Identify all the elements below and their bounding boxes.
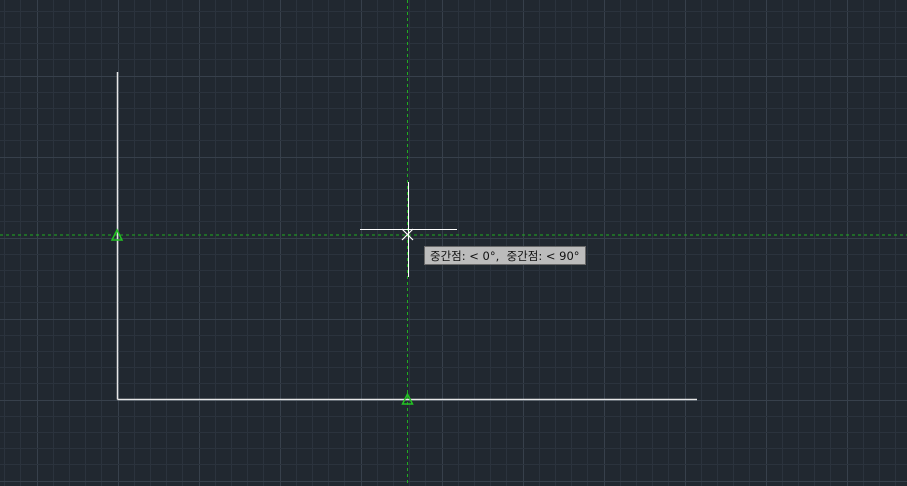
- object-snap-tracking-tooltip: 중간점: < 0°, 중간점: < 90°: [424, 246, 586, 265]
- drawing-canvas[interactable]: 중간점: < 0°, 중간점: < 90°: [0, 0, 907, 486]
- drawing-geometry: [0, 0, 907, 486]
